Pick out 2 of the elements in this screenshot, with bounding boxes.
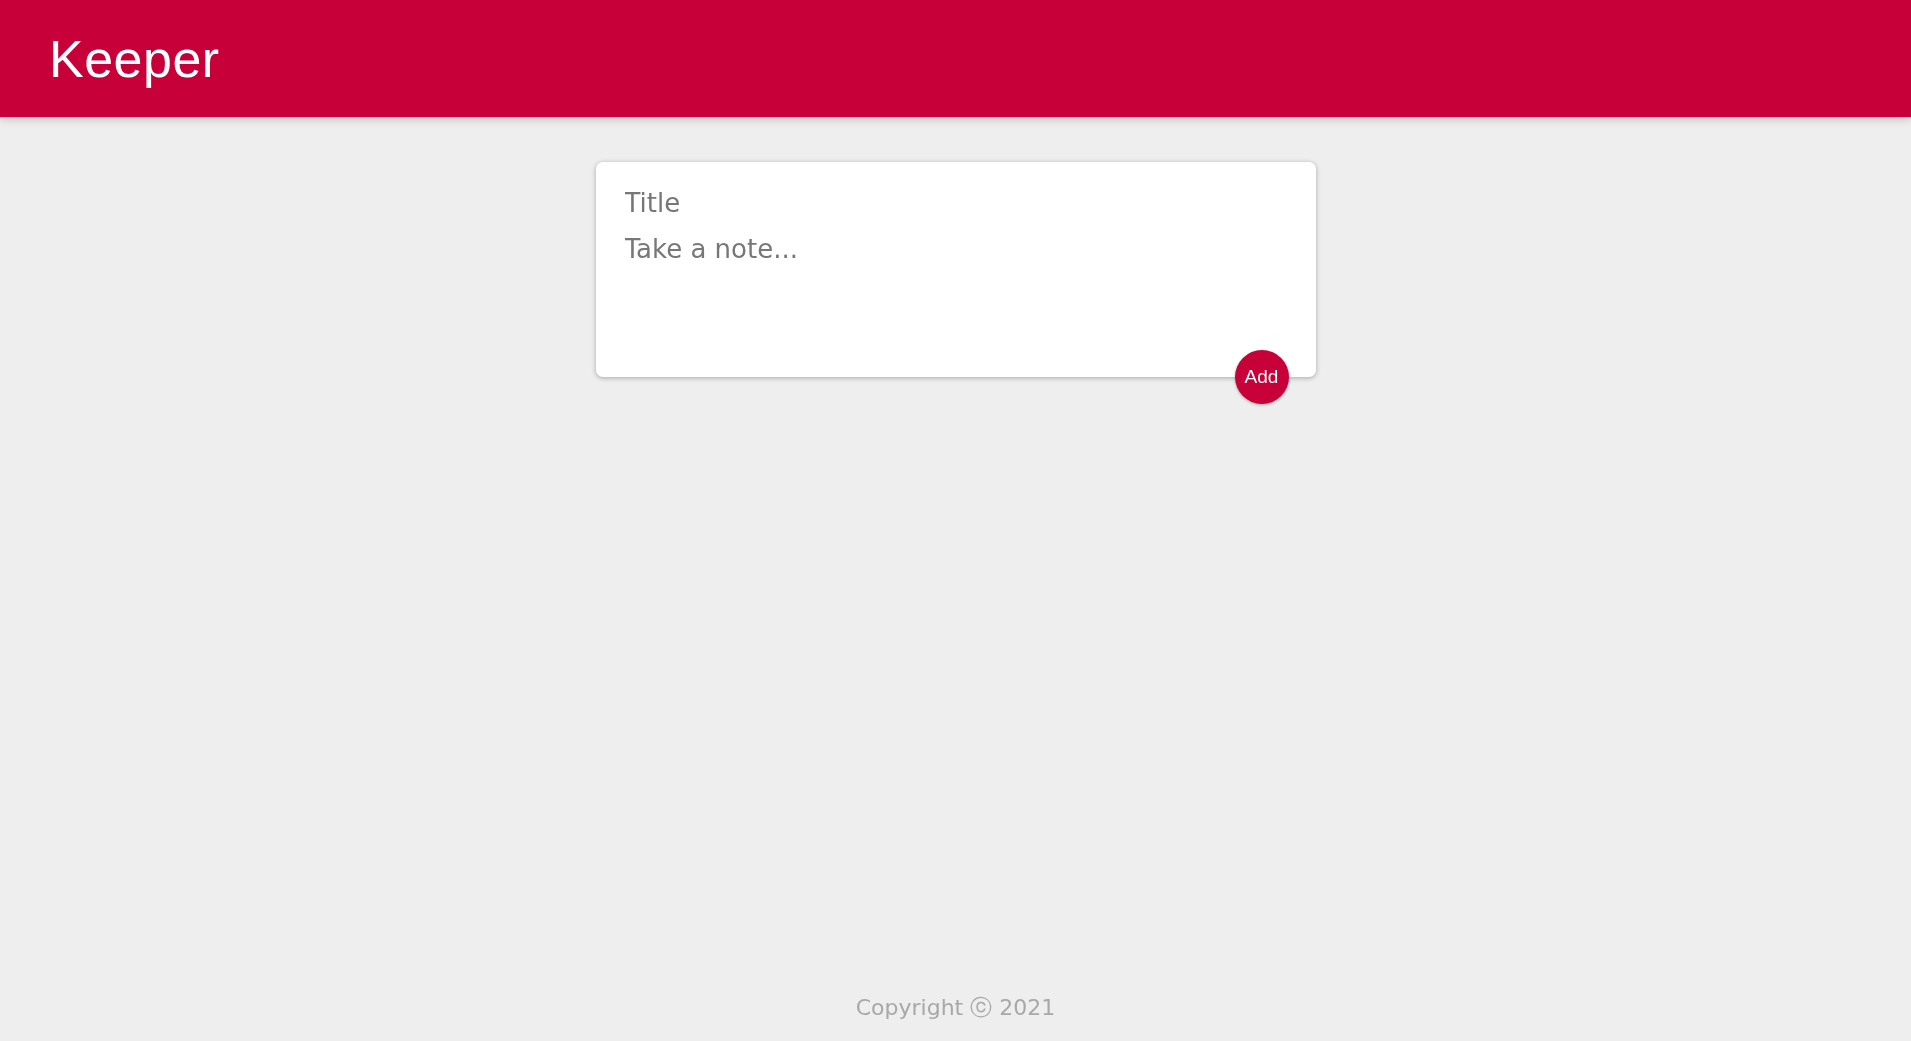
copyright-text: Copyright ⓒ 2021: [855, 994, 1056, 1022]
logo: Keeper: [49, 28, 220, 89]
